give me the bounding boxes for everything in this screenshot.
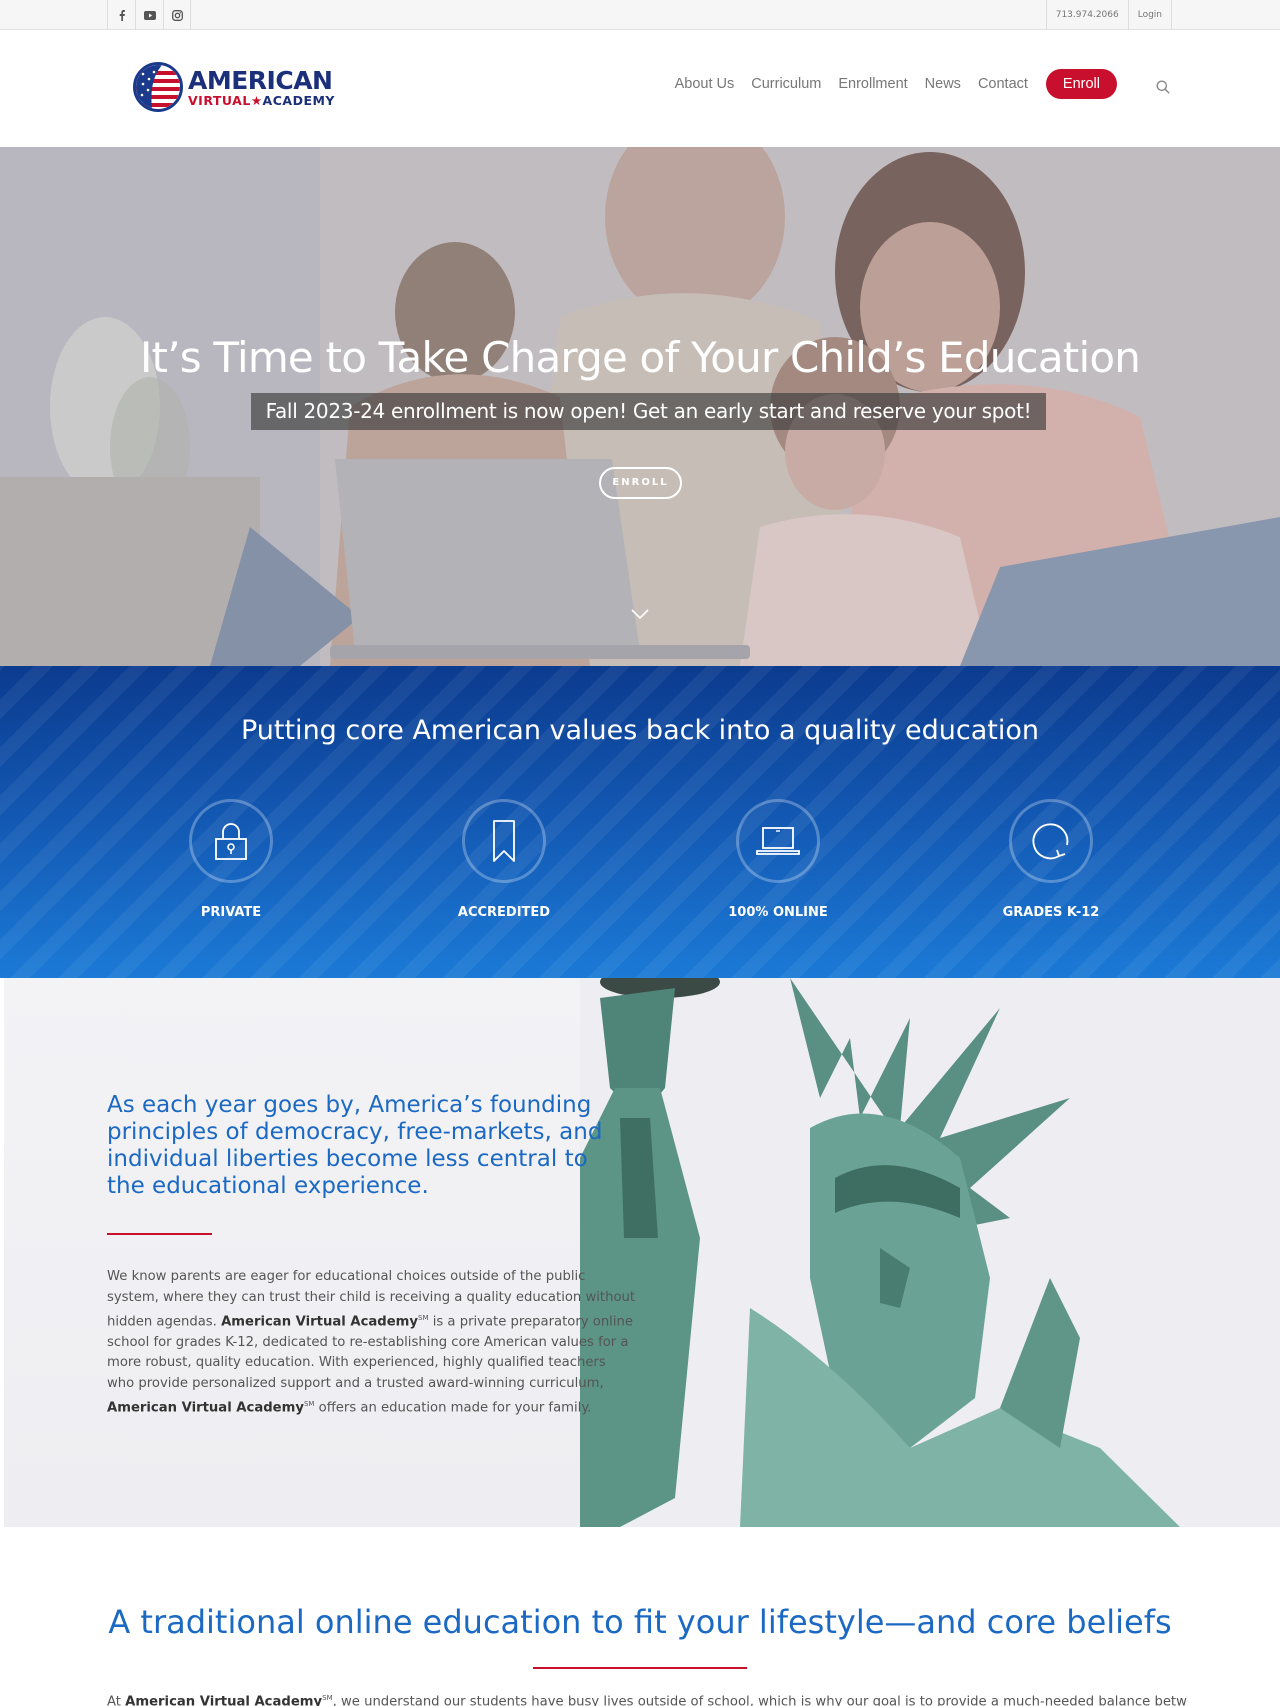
brand-name: American Virtual Academy: [221, 1314, 419, 1330]
value-label: GRADES K-12: [1002, 905, 1100, 920]
logo-academy: ACADEMY: [262, 92, 335, 108]
main-nav: About Us Curriculum Enrollment News Cont…: [658, 68, 1117, 100]
value-private: PRIVATE: [131, 799, 331, 920]
hero-title: It’s Time to Take Charge of Your Child’s…: [139, 333, 1141, 382]
nav-curriculum[interactable]: Curriculum: [751, 76, 821, 92]
top-utility-bar: 713.974.2066 Login: [0, 0, 1280, 30]
value-label: PRIVATE: [200, 905, 262, 920]
lifestyle-text-rest: , we understand our students have busy l…: [332, 1694, 1187, 1706]
phone-link[interactable]: 713.974.2066: [1045, 0, 1128, 30]
top-links: 713.974.2066 Login: [1045, 0, 1172, 30]
nav-contact[interactable]: Contact: [978, 76, 1028, 92]
value-icon-circle: [1009, 799, 1093, 883]
red-divider: [107, 1233, 212, 1235]
value-grades: GRADES K-12: [951, 799, 1151, 920]
mission-section: As each year goes by, America’s founding…: [4, 978, 1280, 1527]
bookmark-icon: [493, 820, 515, 862]
nav-enroll-button[interactable]: Enroll: [1045, 69, 1117, 99]
mission-body-text: We know parents are eager for educationa…: [107, 1267, 637, 1419]
value-label: 100% ONLINE: [728, 905, 828, 920]
lock-icon: [215, 823, 247, 860]
lifestyle-text: At American Virtual AcademySM, we unders…: [107, 1694, 1187, 1706]
brand-name: American Virtual Academy: [107, 1400, 304, 1416]
red-divider: [533, 1667, 747, 1669]
lifestyle-heading: A traditional online education to fit yo…: [108, 1603, 1172, 1641]
flag-seal-logo: [133, 62, 183, 112]
nav-about-us[interactable]: About Us: [675, 76, 735, 92]
login-link[interactable]: Login: [1127, 0, 1172, 30]
service-mark: SM: [322, 1694, 333, 1702]
values-band: Putting core American values back into a…: [0, 666, 1280, 978]
refresh-icon: [1032, 823, 1069, 860]
hero-banner: It’s Time to Take Charge of Your Child’s…: [0, 147, 1280, 666]
logo-line-2: VIRTUAL★ACADEMY: [188, 94, 335, 107]
mission-intro-heading: As each year goes by, America’s founding…: [107, 1092, 603, 1199]
mission-body-p3: offers an education made for your family…: [314, 1400, 592, 1416]
logo-wordmark: AMERICAN VIRTUAL★ACADEMY: [188, 65, 335, 107]
facebook-icon[interactable]: [107, 0, 135, 30]
value-accredited: ACCREDITED: [404, 799, 604, 920]
lifestyle-text-prefix: At: [107, 1694, 126, 1706]
hero-enroll-button[interactable]: ENROLL: [599, 467, 682, 499]
value-icon-circle: [462, 799, 546, 883]
search-icon[interactable]: [1156, 80, 1170, 94]
logo-star: ★: [250, 92, 263, 108]
value-icon-circle: [189, 799, 273, 883]
social-links: [107, 0, 191, 30]
instagram-icon[interactable]: [163, 0, 191, 30]
laptop-icon: [756, 827, 800, 855]
values-heading: Putting core American values back into a…: [240, 715, 1040, 746]
service-mark: SM: [418, 1314, 429, 1322]
value-icon-circle: [736, 799, 820, 883]
scroll-down-chevron-icon[interactable]: [631, 609, 649, 619]
site-logo[interactable]: AMERICAN VIRTUAL★ACADEMY: [133, 62, 335, 112]
value-label: ACCREDITED: [457, 905, 551, 920]
service-mark: SM: [303, 1400, 315, 1409]
value-online: 100% ONLINE: [678, 799, 878, 920]
brand-name: American Virtual Academy: [125, 1694, 323, 1706]
logo-virtual: VIRTUAL: [188, 92, 251, 108]
nav-enrollment[interactable]: Enrollment: [838, 76, 907, 92]
hero-subtitle: Fall 2023-24 enrollment is now open! Get…: [251, 393, 1046, 430]
youtube-icon[interactable]: [135, 0, 163, 30]
nav-news[interactable]: News: [925, 76, 961, 92]
site-header: AMERICAN VIRTUAL★ACADEMY About Us Curric…: [0, 30, 1280, 147]
logo-line-1: AMERICAN: [188, 65, 333, 95]
statue-of-liberty-image: [580, 978, 1280, 1527]
